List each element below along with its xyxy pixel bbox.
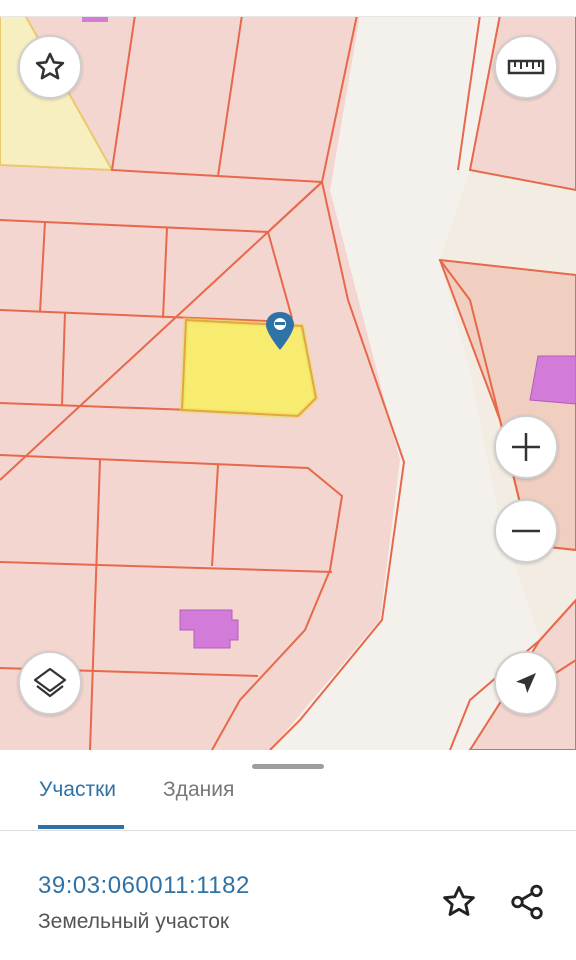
layers-button[interactable] [18,651,82,715]
ruler-icon [507,59,545,75]
zoom-in-button[interactable] [494,415,558,479]
tab-buildings[interactable]: Здания [163,778,234,830]
sheet-drag-handle[interactable] [252,764,324,769]
zoom-out-button[interactable] [494,499,558,563]
map-view[interactable] [0,0,576,750]
minus-icon [512,529,540,533]
share-button[interactable] [505,880,549,924]
plus-icon [512,433,540,461]
selected-parcel[interactable] [180,318,318,418]
tab-parcels[interactable]: Участки [39,778,116,830]
star-icon [35,52,65,80]
parcel-type: Земельный участок [38,910,230,933]
bottom-sheet: Участки Здания 39:03:060011:1182 Земельн… [0,750,576,960]
cadastral-number[interactable]: 39:03:060011:1182 [38,872,250,900]
ruler-button[interactable] [494,35,558,99]
sheet-tabs: Участки Здания [0,778,576,831]
favorite-map-button[interactable] [18,35,82,99]
star-outline-icon [443,886,475,916]
tab-parcels-label: Участки [39,778,116,801]
locate-button[interactable] [494,651,558,715]
cadastral-map-canvas[interactable] [0,0,576,750]
tab-buildings-label: Здания [163,778,235,801]
top-strip [0,0,576,17]
active-tab-indicator [38,825,124,829]
navigation-arrow-icon [516,673,536,693]
share-icon [511,884,543,920]
layers-icon [33,667,67,698]
favorite-button[interactable] [437,880,481,924]
building-right [529,355,576,405]
